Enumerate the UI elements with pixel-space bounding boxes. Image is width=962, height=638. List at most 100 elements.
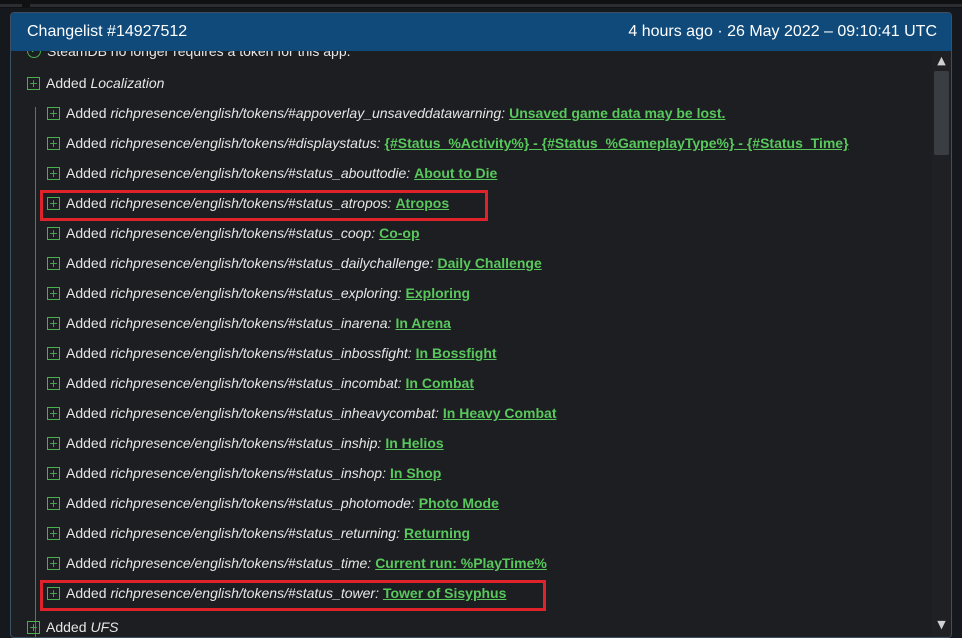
plus-icon: + bbox=[47, 436, 60, 450]
plus-icon: + bbox=[47, 136, 60, 150]
panel-header: Changelist #14927512 4 hours ago · 26 Ma… bbox=[11, 13, 951, 51]
scroll-down-icon[interactable]: ▼ bbox=[932, 617, 951, 633]
plus-icon: + bbox=[47, 286, 60, 300]
tree-line bbox=[35, 107, 36, 637]
plus-icon: + bbox=[47, 166, 60, 180]
token-row: + Added richpresence/english/tokens/#displ… bbox=[47, 131, 849, 155]
token-row: + Added richpresence/english/tokens/#statu… bbox=[47, 341, 497, 365]
token-value-link[interactable]: In Bossfight bbox=[416, 345, 497, 361]
plus-icon: + bbox=[47, 466, 60, 480]
plus-icon: + bbox=[47, 406, 60, 420]
section-name: Localization bbox=[90, 75, 165, 91]
token-path: richpresence/english/tokens/#status_inhe… bbox=[110, 405, 439, 421]
token-path: richpresence/english/tokens/#status_insh… bbox=[110, 435, 382, 451]
token-value-link[interactable]: Returning bbox=[404, 525, 470, 541]
plus-icon: + bbox=[47, 376, 60, 390]
token-row: + Added richpresence/english/tokens/#statu… bbox=[47, 161, 497, 185]
row-action: Added bbox=[66, 255, 107, 271]
plus-icon: + bbox=[47, 556, 60, 570]
row-action: Added bbox=[66, 285, 107, 301]
token-value-link[interactable]: In Heavy Combat bbox=[443, 405, 557, 421]
scrollbar[interactable]: ▲ ▼ bbox=[932, 51, 951, 637]
plus-icon: + bbox=[47, 496, 60, 510]
token-path: richpresence/english/tokens/#status_inco… bbox=[110, 375, 402, 391]
section-action: Added bbox=[46, 619, 87, 635]
plus-icon: + bbox=[47, 106, 60, 120]
row-action: Added bbox=[66, 405, 107, 421]
scroll-up-icon[interactable]: ▲ bbox=[932, 53, 951, 69]
token-value-link[interactable]: About to Die bbox=[414, 165, 497, 181]
strip-segment bbox=[0, 4, 22, 7]
notice-row: ✓ SteamDB no longer requires a token for… bbox=[27, 51, 351, 63]
token-value-link[interactable]: Exploring bbox=[406, 285, 471, 301]
token-row: + Added richpresence/english/tokens/#statu… bbox=[47, 491, 499, 515]
plus-icon: + bbox=[47, 316, 60, 330]
plus-icon: + bbox=[27, 620, 40, 634]
token-path: richpresence/english/tokens/#status_coop… bbox=[110, 225, 376, 241]
check-circle-icon: ✓ bbox=[27, 51, 41, 58]
section-action: Added bbox=[46, 75, 87, 91]
section-ufs: + Added UFS bbox=[27, 615, 118, 637]
token-path: richpresence/english/tokens/#status_insh… bbox=[110, 465, 386, 481]
token-value-link[interactable]: In Shop bbox=[390, 465, 441, 481]
plus-icon: + bbox=[47, 346, 60, 360]
token-path: richpresence/english/tokens/#status_inar… bbox=[110, 315, 392, 331]
token-value-link[interactable]: In Combat bbox=[406, 375, 474, 391]
changelist-content: ✓ SteamDB no longer requires a token for… bbox=[11, 51, 931, 637]
token-path: richpresence/english/tokens/#status_retu… bbox=[110, 525, 400, 541]
token-value-link[interactable]: Co-op bbox=[379, 225, 419, 241]
row-action: Added bbox=[66, 555, 107, 571]
token-row: + Added richpresence/english/tokens/#statu… bbox=[47, 281, 470, 305]
token-row: + Added richpresence/english/tokens/#statu… bbox=[47, 221, 420, 245]
row-action: Added bbox=[66, 135, 107, 151]
token-path: richpresence/english/tokens/#status_inbo… bbox=[110, 345, 412, 361]
changelist-panel: Changelist #14927512 4 hours ago · 26 Ma… bbox=[10, 12, 952, 638]
row-action: Added bbox=[66, 495, 107, 511]
strip-segment bbox=[30, 4, 962, 7]
token-row: + Added richpresence/english/tokens/#statu… bbox=[47, 551, 547, 575]
row-action: Added bbox=[66, 105, 107, 121]
plus-icon: + bbox=[27, 76, 40, 90]
token-row: + Added richpresence/english/tokens/#statu… bbox=[47, 401, 557, 425]
changelist-timestamp: 4 hours ago · 26 May 2022 – 09:10:41 UTC bbox=[628, 23, 937, 40]
notice-text: SteamDB no longer requires a token for t… bbox=[47, 51, 351, 59]
token-value-link[interactable]: In Helios bbox=[385, 435, 443, 451]
token-value-link[interactable]: {#Status_%Activity%} - {#Status_%Gamepla… bbox=[385, 135, 849, 151]
token-row: + Added richpresence/english/tokens/#statu… bbox=[47, 251, 542, 275]
token-path: richpresence/english/tokens/#appoverlay_… bbox=[110, 105, 506, 121]
plus-icon: + bbox=[47, 226, 60, 240]
row-action: Added bbox=[66, 345, 107, 361]
section-name: UFS bbox=[90, 619, 119, 635]
row-action: Added bbox=[66, 165, 107, 181]
highlight-box-tower bbox=[40, 580, 546, 611]
token-row: + Added richpresence/english/tokens/#statu… bbox=[47, 521, 470, 545]
token-value-link[interactable]: Photo Mode bbox=[419, 495, 499, 511]
row-action: Added bbox=[66, 225, 107, 241]
token-row: + Added richpresence/english/tokens/#statu… bbox=[47, 371, 474, 395]
token-row: + Added richpresence/english/tokens/#appov… bbox=[47, 101, 725, 125]
token-row: + Added richpresence/english/tokens/#statu… bbox=[47, 461, 441, 485]
plus-icon: + bbox=[47, 256, 60, 270]
section-localization: + Added Localization bbox=[27, 71, 164, 95]
row-action: Added bbox=[66, 525, 107, 541]
token-path: richpresence/english/tokens/#status_time… bbox=[110, 555, 372, 571]
token-path: richpresence/english/tokens/#status_dail… bbox=[110, 255, 434, 271]
token-path: richpresence/english/tokens/#displaystat… bbox=[110, 135, 381, 151]
changelist-title[interactable]: Changelist #14927512 bbox=[27, 23, 187, 41]
token-path: richpresence/english/tokens/#status_phot… bbox=[110, 495, 415, 511]
plus-icon: + bbox=[47, 526, 60, 540]
token-row: + Added richpresence/english/tokens/#statu… bbox=[47, 311, 451, 335]
highlight-box-atropos bbox=[40, 190, 488, 221]
token-value-link[interactable]: Daily Challenge bbox=[437, 255, 541, 271]
token-row: + Added richpresence/english/tokens/#statu… bbox=[47, 431, 444, 455]
row-action: Added bbox=[66, 465, 107, 481]
top-strip bbox=[0, 0, 962, 8]
scroll-thumb[interactable] bbox=[934, 71, 949, 155]
token-value-link[interactable]: Unsaved game data may be lost. bbox=[509, 105, 725, 121]
token-path: richpresence/english/tokens/#status_expl… bbox=[110, 285, 402, 301]
token-value-link[interactable]: In Arena bbox=[395, 315, 451, 331]
token-value-link[interactable]: Current run: %PlayTime% bbox=[375, 555, 547, 571]
row-action: Added bbox=[66, 435, 107, 451]
row-action: Added bbox=[66, 375, 107, 391]
row-action: Added bbox=[66, 315, 107, 331]
